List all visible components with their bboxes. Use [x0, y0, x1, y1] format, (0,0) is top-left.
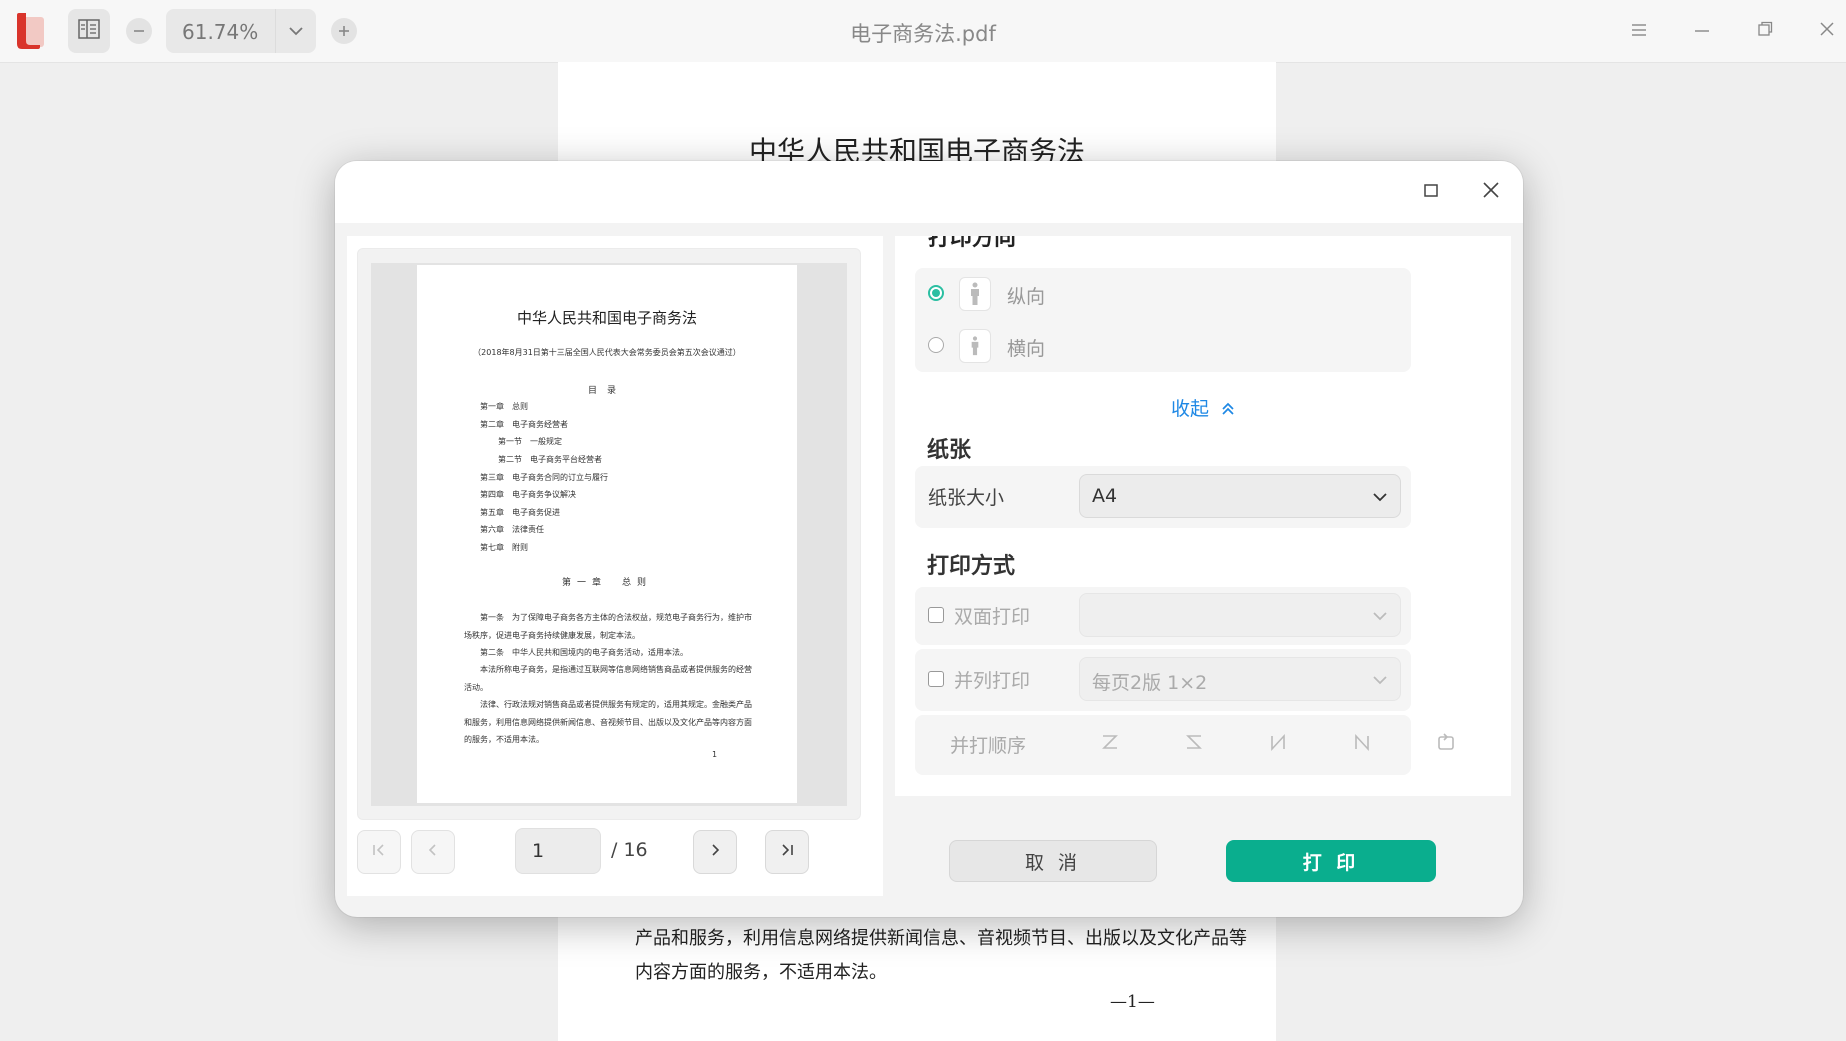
collapse-link[interactable]: 收起 — [895, 394, 1511, 421]
title-bar: 61.74% 电子商务法.pdf — [0, 0, 1846, 63]
nup-checkbox[interactable] — [928, 671, 944, 687]
chevron-double-up-icon — [1215, 398, 1235, 420]
preview-paragraph: 第二条 中华人民共和国境内的电子商务活动，适用本法。 — [480, 648, 688, 657]
restore-button[interactable] — [1750, 16, 1780, 46]
first-page-button[interactable] — [357, 830, 401, 874]
landscape-radio[interactable] — [928, 337, 944, 353]
duplex-select[interactable] — [1079, 593, 1401, 637]
next-page-button[interactable] — [693, 830, 737, 874]
preview-title: 中华人民共和国电子商务法 — [516, 309, 697, 327]
preview-toc-item: 第一章 总则 — [480, 402, 528, 411]
last-page-icon — [779, 842, 795, 862]
portrait-radio[interactable] — [928, 285, 944, 301]
nup-value: 每页2版 1×2 — [1092, 672, 1208, 694]
duplex-row: 双面打印 — [915, 587, 1411, 645]
paper-size-label: 纸张大小 — [928, 487, 1005, 509]
paper-size-select[interactable]: A4 — [1079, 474, 1401, 518]
preview-pane: 中华人民共和国电子商务法 （2018年8月31日第十三届全国人民代表大会常务委员… — [347, 236, 883, 896]
nup-order-label: 并打顺序 — [950, 735, 1027, 757]
preview-page-number: 1 — [712, 750, 718, 759]
preview-subtitle: （2018年8月31日第十三届全国人民代表大会常务委员会第五次会议通过） — [473, 348, 741, 357]
document-title: 电子商务法.pdf — [850, 22, 996, 46]
hamburger-icon — [1631, 22, 1647, 41]
orientation-landscape[interactable]: 横向 — [915, 320, 1411, 372]
preview-toc-item: 第四章 电子商务争议解决 — [480, 490, 576, 499]
print-button[interactable]: 打 印 — [1226, 840, 1436, 882]
chevron-down-icon — [1370, 670, 1390, 690]
person-icon — [959, 329, 991, 363]
page-text-line: 产品和服务，利用信息网络提供新闻信息、音视频节目、出版以及文化产品等 — [635, 928, 1247, 949]
preview-paragraph: 本法所称电子商务，是指通过互联网等信息网络销售商品或者提供服务的经营活动。 — [464, 665, 752, 692]
close-icon — [1819, 21, 1835, 41]
order-n-icon[interactable] — [1267, 731, 1289, 753]
maximize-icon — [1423, 182, 1439, 202]
minimize-icon — [1694, 22, 1710, 41]
page-footer-number: —1— — [1110, 992, 1155, 1012]
preview-paragraph: 法律、行政法规对销售商品或者提供服务有规定的，适用其规定。金融类产品和服务，利用… — [464, 700, 752, 744]
chevron-down-icon — [1370, 487, 1390, 507]
orientation-portrait[interactable]: 纵向 — [915, 268, 1411, 320]
person-icon — [959, 277, 991, 311]
preview-toc-item: 第三章 电子商务合同的订立与履行 — [480, 473, 608, 482]
page-number-input[interactable]: 1 — [515, 828, 601, 874]
restore-icon — [1757, 21, 1773, 41]
landscape-label: 横向 — [1007, 338, 1046, 360]
page-text-line: 内容方面的服务，不适用本法。 — [635, 962, 887, 983]
paper-size-row: 纸张大小 A4 — [915, 466, 1411, 528]
close-icon — [1482, 181, 1500, 203]
nup-order-row: 并打顺序 — [915, 715, 1454, 775]
chevron-down-icon — [1370, 606, 1390, 626]
minimize-button[interactable] — [1687, 16, 1717, 46]
paper-size-value: A4 — [1092, 485, 1118, 507]
page-total: / 16 — [611, 839, 648, 861]
preview-toc-item: 第一节 一般规定 — [498, 437, 562, 446]
preview-toc-item: 第二节 电子商务平台经营者 — [498, 455, 602, 464]
nup-select[interactable]: 每页2版 1×2 — [1079, 657, 1401, 701]
duplex-checkbox[interactable] — [928, 607, 944, 623]
orientation-group: 纵向 横向 — [915, 268, 1411, 372]
order-z-icon[interactable] — [1099, 731, 1121, 753]
preview-toc-title: 目录 — [587, 386, 626, 396]
portrait-label: 纵向 — [1007, 286, 1046, 308]
preview-toc-item: 第七章 附则 — [480, 543, 528, 552]
first-page-icon — [371, 842, 387, 862]
order-repeat-icon[interactable] — [1435, 731, 1457, 753]
order-reverse-z-icon[interactable] — [1183, 731, 1205, 753]
menu-button[interactable] — [1624, 16, 1654, 46]
nup-label: 并列打印 — [954, 670, 1031, 692]
preview-page: 中华人民共和国电子商务法 （2018年8月31日第十三届全国人民代表大会常务委员… — [417, 265, 797, 803]
preview-chapter-heading: 第一章 总则 — [561, 578, 652, 588]
close-window-button[interactable] — [1812, 16, 1842, 46]
chevron-left-icon — [425, 842, 441, 862]
preview-toc-item: 第二章 电子商务经营者 — [480, 420, 568, 429]
preview-paragraph: 第一条 为了保障电子商务各方主体的合法权益，规范电子商务行为，维护市场秩序，促进… — [464, 613, 752, 640]
last-page-button[interactable] — [765, 830, 809, 874]
paper-section-title: 纸张 — [927, 438, 972, 463]
print-mode-section-title: 打印方式 — [927, 554, 1016, 579]
collapse-label: 收起 — [1170, 398, 1209, 420]
preview-area: 中华人民共和国电子商务法 （2018年8月31日第十三届全国人民代表大会常务委员… — [371, 263, 847, 806]
dialog-header — [335, 161, 1523, 223]
orientation-section-title: 打印方向 — [928, 236, 1017, 251]
dialog-maximize-button[interactable] — [1416, 177, 1446, 207]
print-dialog: 中华人民共和国电子商务法 （2018年8月31日第十三届全国人民代表大会常务委员… — [335, 161, 1523, 917]
duplex-label: 双面打印 — [954, 606, 1031, 628]
preview-toc-item: 第六章 法律责任 — [480, 525, 544, 534]
preview-toc-item: 第五章 电子商务促进 — [480, 508, 560, 517]
cancel-button[interactable]: 取 消 — [949, 840, 1157, 882]
chevron-right-icon — [707, 842, 723, 862]
prev-page-button[interactable] — [411, 830, 455, 874]
settings-pane[interactable]: 打印方向 纵向 横向 收起 纸张 纸张大小 A4 打印方式 双面打印 并列打印 … — [895, 236, 1511, 796]
preview-frame: 中华人民共和国电子商务法 （2018年8月31日第十三届全国人民代表大会常务委员… — [357, 248, 861, 820]
dialog-close-button[interactable] — [1476, 177, 1506, 207]
nup-row: 并列打印 每页2版 1×2 — [915, 649, 1411, 711]
order-reverse-n-icon[interactable] — [1351, 731, 1373, 753]
